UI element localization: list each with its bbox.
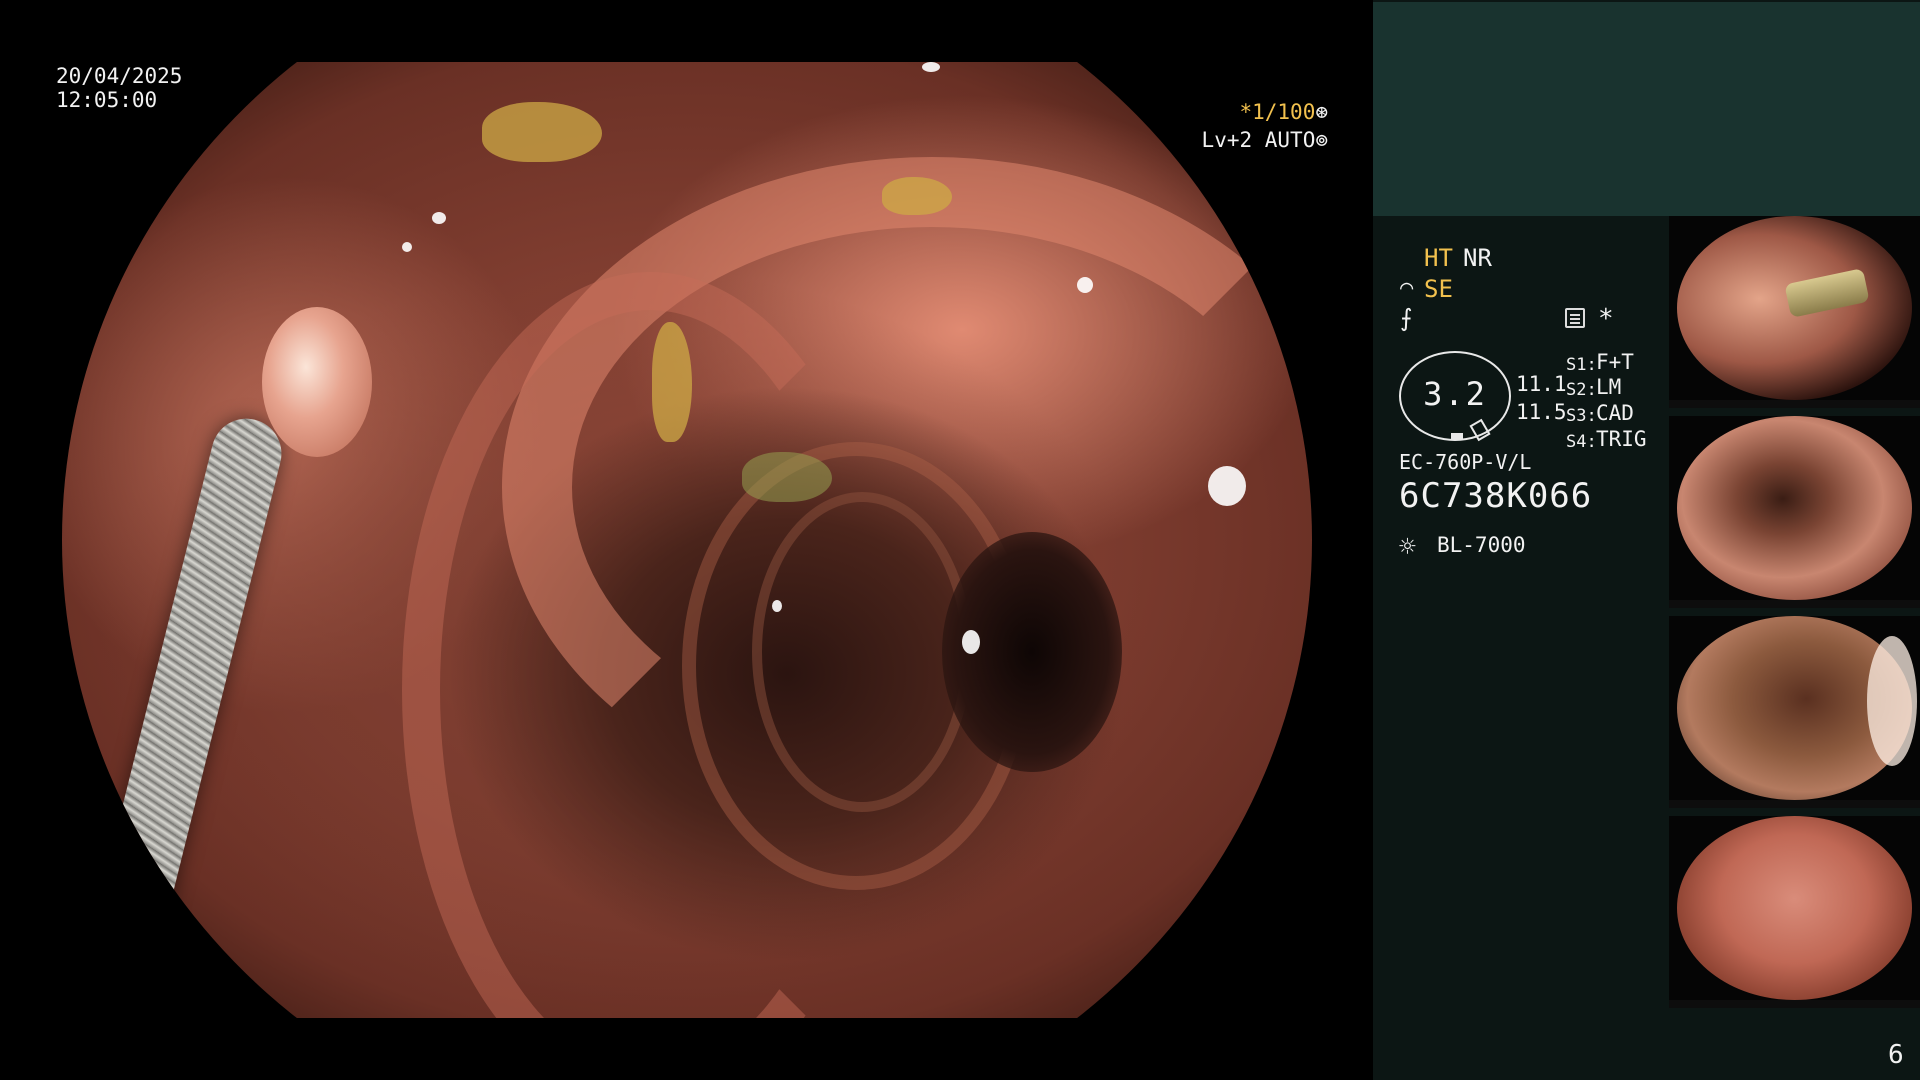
thumbnail-2[interactable] bbox=[1669, 416, 1920, 608]
shutter-icon: ⊛ bbox=[1315, 100, 1328, 124]
page-number: 6 bbox=[1888, 1040, 1904, 1070]
zoom-value: 3.2 bbox=[1423, 375, 1487, 413]
mode-ht: HT bbox=[1424, 244, 1453, 272]
wave-icon: ⨍ bbox=[1400, 304, 1413, 332]
iris-readout: Lv+2 AUTO⊚ bbox=[1202, 128, 1328, 152]
light-reflection bbox=[772, 600, 782, 612]
residue bbox=[742, 452, 832, 502]
thumbnail-image bbox=[1677, 816, 1912, 1000]
mode-se: SE bbox=[1424, 275, 1453, 303]
thumbnail-caption-bar bbox=[1669, 800, 1920, 808]
date-label: 20/04/2025 bbox=[56, 64, 183, 88]
instrument-tip bbox=[1784, 268, 1870, 318]
endoscopic-image bbox=[62, 62, 1312, 1018]
light-reflection bbox=[1867, 636, 1917, 766]
reading-1: 11.1 bbox=[1516, 372, 1567, 396]
thumbnail-3[interactable] bbox=[1669, 616, 1920, 808]
thumbnail-4[interactable] bbox=[1669, 816, 1920, 1008]
scope-model: EC-760P-V/L bbox=[1399, 450, 1532, 474]
thumbnail-caption-bar bbox=[1669, 400, 1920, 408]
time-label: 12:05:00 bbox=[56, 88, 158, 112]
scope-serial: 6C738K066 bbox=[1399, 476, 1593, 516]
iris-value: Lv+2 AUTO bbox=[1201, 128, 1316, 152]
residue bbox=[882, 177, 952, 215]
light-reflection bbox=[432, 212, 446, 224]
thumbnail-image bbox=[1677, 216, 1912, 400]
record-icon bbox=[1565, 308, 1585, 328]
thumbnail-image bbox=[1677, 416, 1912, 600]
info-panel: HT NR ⌒ SE ⨍ * 3.2 11.1 11.5 S1: F+T S2:… bbox=[1373, 0, 1920, 1080]
mode-nr: NR bbox=[1463, 244, 1492, 272]
shutter-value: *1/100 bbox=[1239, 100, 1316, 124]
se-icon: ⌒ bbox=[1400, 275, 1414, 300]
switch-1-key: S1: bbox=[1566, 355, 1597, 375]
light-source-label: BL-7000 bbox=[1437, 533, 1526, 557]
light-reflection bbox=[922, 62, 940, 72]
shutter-readout: *1/100⊛ bbox=[1239, 100, 1328, 124]
switch-2-value: LM bbox=[1596, 375, 1622, 399]
light-reflection bbox=[402, 242, 412, 252]
switch-1-value: F+T bbox=[1596, 350, 1634, 374]
haustral-ring bbox=[752, 492, 972, 812]
light-source-icon: ☼ bbox=[1399, 530, 1416, 563]
endoscopic-view: 20/04/2025 12:05:00 *1/100⊛ Lv+2 AUTO⊚ bbox=[0, 0, 1373, 1080]
reading-2: 11.5 bbox=[1516, 400, 1567, 424]
light-reflection bbox=[962, 630, 980, 654]
zoom-marker-icon bbox=[1451, 433, 1463, 439]
light-reflection bbox=[1077, 277, 1093, 293]
asterisk-indicator: * bbox=[1598, 304, 1614, 334]
thumbnail-caption-bar bbox=[1669, 1000, 1920, 1008]
endoscope-screen: 20/04/2025 12:05:00 *1/100⊛ Lv+2 AUTO⊚ H… bbox=[0, 0, 1920, 1080]
switch-2-key: S2: bbox=[1566, 380, 1597, 400]
lesion bbox=[262, 307, 372, 457]
thumbnail-1[interactable] bbox=[1669, 216, 1920, 408]
switch-4-key: S4: bbox=[1566, 432, 1597, 452]
light-reflection bbox=[1208, 466, 1246, 506]
iris-icon: ⊚ bbox=[1315, 128, 1328, 152]
instrument-shaft bbox=[95, 411, 289, 933]
switch-3-key: S3: bbox=[1566, 406, 1597, 426]
thumbnail-caption-bar bbox=[1669, 600, 1920, 608]
residue bbox=[652, 322, 692, 442]
switch-3-value: CAD bbox=[1596, 401, 1634, 425]
switch-4-value: TRIG bbox=[1596, 427, 1647, 451]
thumbnail-image bbox=[1677, 616, 1917, 800]
zoom-tick-icon bbox=[1469, 418, 1491, 442]
zoom-indicator: 3.2 bbox=[1399, 351, 1511, 442]
residue bbox=[482, 102, 602, 162]
panel-header-area bbox=[1373, 2, 1920, 216]
